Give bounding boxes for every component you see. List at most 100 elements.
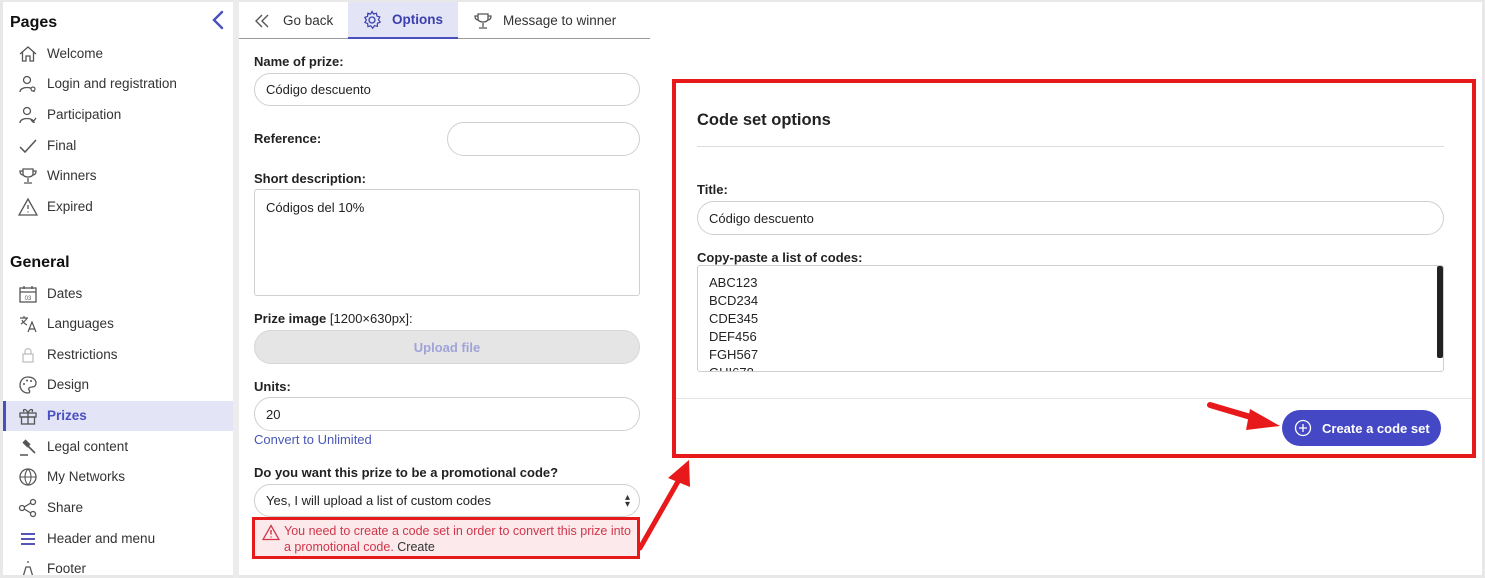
sidebar-item-share[interactable]: Share <box>3 493 233 523</box>
units-label: Units: <box>254 379 291 394</box>
tab-message-to-winner[interactable]: Message to winner <box>473 2 643 39</box>
code-line: FGH567 <box>709 347 759 362</box>
sidebar-item-label: Header and menu <box>47 531 156 546</box>
prize-image-label: Prize image [1200×630px]: <box>254 311 413 326</box>
sidebar-item-legal[interactable]: Legal content <box>3 432 233 462</box>
code-line: BCD234 <box>709 293 759 308</box>
tab-options[interactable]: Options <box>348 2 458 39</box>
scrollbar[interactable] <box>1437 266 1443 358</box>
code-line: CDE345 <box>709 311 759 326</box>
code-title-label: Title: <box>697 182 728 197</box>
panel-title: Code set options <box>697 111 831 129</box>
reference-label: Reference: <box>254 131 322 146</box>
sidebar-item-design[interactable]: Design <box>3 370 233 400</box>
units-value: 20 <box>266 406 281 422</box>
codes-label: Copy-paste a list of codes: <box>697 250 863 265</box>
promo-code-question: Do you want this prize to be a promotion… <box>254 465 559 480</box>
alert-text: You need to create a code set in order t… <box>284 524 631 554</box>
prize-image-label-text: Prize image <box>254 311 327 326</box>
sidebar-item-participation[interactable]: Participation <box>3 100 233 130</box>
sidebar-item-label: My Networks <box>47 469 126 484</box>
short-description-value: Códigos del 10% <box>266 200 365 215</box>
tab-go-back[interactable]: Go back <box>253 2 353 39</box>
code-line: ABC123 <box>709 275 758 290</box>
sidebar-item-header-menu[interactable]: Header and menu <box>3 524 233 554</box>
upload-file-button[interactable]: Upload file <box>254 330 640 364</box>
sidebar-item-dates[interactable]: 03 Dates <box>3 279 233 309</box>
tab-label: Go back <box>283 13 334 28</box>
sidebar-item-label: Restrictions <box>47 347 118 362</box>
select-arrows-icon: ▴ ▾ <box>624 492 630 510</box>
sidebar-item-footer[interactable]: Footer <box>3 554 233 575</box>
prize-image-hint: [1200×630px]: <box>329 311 413 326</box>
units-input[interactable]: 20 <box>254 397 640 431</box>
code-line: GHI678 <box>709 364 1432 371</box>
sidebar-item-label: Winners <box>47 168 97 183</box>
sidebar-item-label: Design <box>47 377 90 392</box>
general-section-title: General <box>10 254 70 271</box>
code-set-title-value: Código descuento <box>709 210 814 226</box>
sidebar-item-label: Legal content <box>47 439 129 454</box>
warning-icon <box>18 197 38 216</box>
sidebar-item-prizes[interactable]: Prizes <box>3 401 233 431</box>
code-set-panel: Code set options Title: Código descuento… <box>672 79 1476 458</box>
user-check-icon <box>19 106 37 124</box>
sidebar-item-label: Welcome <box>47 46 104 61</box>
code-set-title-input[interactable]: Código descuento <box>697 201 1444 235</box>
sidebar-item-expired[interactable]: Expired <box>3 192 233 222</box>
reference-input[interactable] <box>447 122 640 156</box>
codes-textarea[interactable]: ABC123 BCD234 CDE345 DEF456 FGH567 GHI67… <box>697 265 1444 372</box>
divider <box>697 146 1444 147</box>
svg-text:03: 03 <box>25 296 32 302</box>
code-set-alert: You need to create a code set in order t… <box>252 517 640 559</box>
sidebar-item-label: Dates <box>47 286 83 301</box>
gift-icon <box>19 408 37 425</box>
sidebar-item-label: Login and registration <box>47 76 177 91</box>
sidebar-item-final[interactable]: Final <box>3 131 233 161</box>
sidebar: Pages Welcome Login and registration Par… <box>3 3 233 575</box>
globe-icon <box>19 468 37 486</box>
gavel-icon <box>20 439 36 456</box>
sidebar-item-label: Participation <box>47 107 122 122</box>
menu-icon <box>21 533 35 545</box>
convert-to-unlimited-link[interactable]: Convert to Unlimited <box>254 432 372 447</box>
calendar-icon: 03 <box>19 286 37 303</box>
sidebar-item-networks[interactable]: My Networks <box>3 462 233 492</box>
short-description-label: Short description: <box>254 171 366 186</box>
plus-circle-icon <box>1294 419 1312 437</box>
short-description-textarea[interactable]: Códigos del 10% <box>254 189 640 296</box>
sidebar-divider[interactable] <box>233 0 239 578</box>
user-gear-icon <box>19 75 36 93</box>
check-icon <box>19 139 37 154</box>
divider <box>676 398 1472 399</box>
sidebar-item-login[interactable]: Login and registration <box>3 69 233 99</box>
alert-message: You need to create a code set in order t… <box>284 523 636 555</box>
sidebar-item-label: Expired <box>47 199 93 214</box>
alert-create-link[interactable]: Create <box>397 540 435 554</box>
promo-code-select[interactable]: Yes, I will upload a list of custom code… <box>254 484 640 517</box>
create-code-set-label: Create a code set <box>1322 420 1430 436</box>
sidebar-item-label: Prizes <box>47 408 87 423</box>
share-icon <box>18 498 37 518</box>
sidebar-item-restrictions[interactable]: Restrictions <box>3 340 233 370</box>
translate-icon <box>20 316 37 333</box>
sidebar-item-winners[interactable]: Winners <box>3 161 233 191</box>
tab-label: Message to winner <box>503 13 617 28</box>
sidebar-item-languages[interactable]: Languages <box>3 309 233 339</box>
tab-bar: Go back Options Message to winner <box>239 2 650 39</box>
lock-icon <box>22 348 34 363</box>
prize-name-input[interactable]: Código descuento <box>254 73 640 106</box>
sidebar-item-label: Final <box>47 138 77 153</box>
trophy-icon <box>19 168 37 184</box>
home-icon <box>19 46 37 62</box>
gear-icon <box>363 9 382 29</box>
double-chevron-left-icon <box>255 14 269 27</box>
chevron-left-icon[interactable] <box>209 9 227 31</box>
prize-name-value: Código descuento <box>266 82 371 97</box>
promo-code-selected-value: Yes, I will upload a list of custom code… <box>266 493 491 508</box>
sidebar-item-label: Languages <box>47 316 114 331</box>
pages-section-title: Pages <box>10 14 58 31</box>
sidebar-item-welcome[interactable]: Welcome <box>3 39 233 69</box>
create-code-set-button[interactable]: Create a code set <box>1282 410 1441 446</box>
sidebar-item-label: Share <box>47 500 84 515</box>
